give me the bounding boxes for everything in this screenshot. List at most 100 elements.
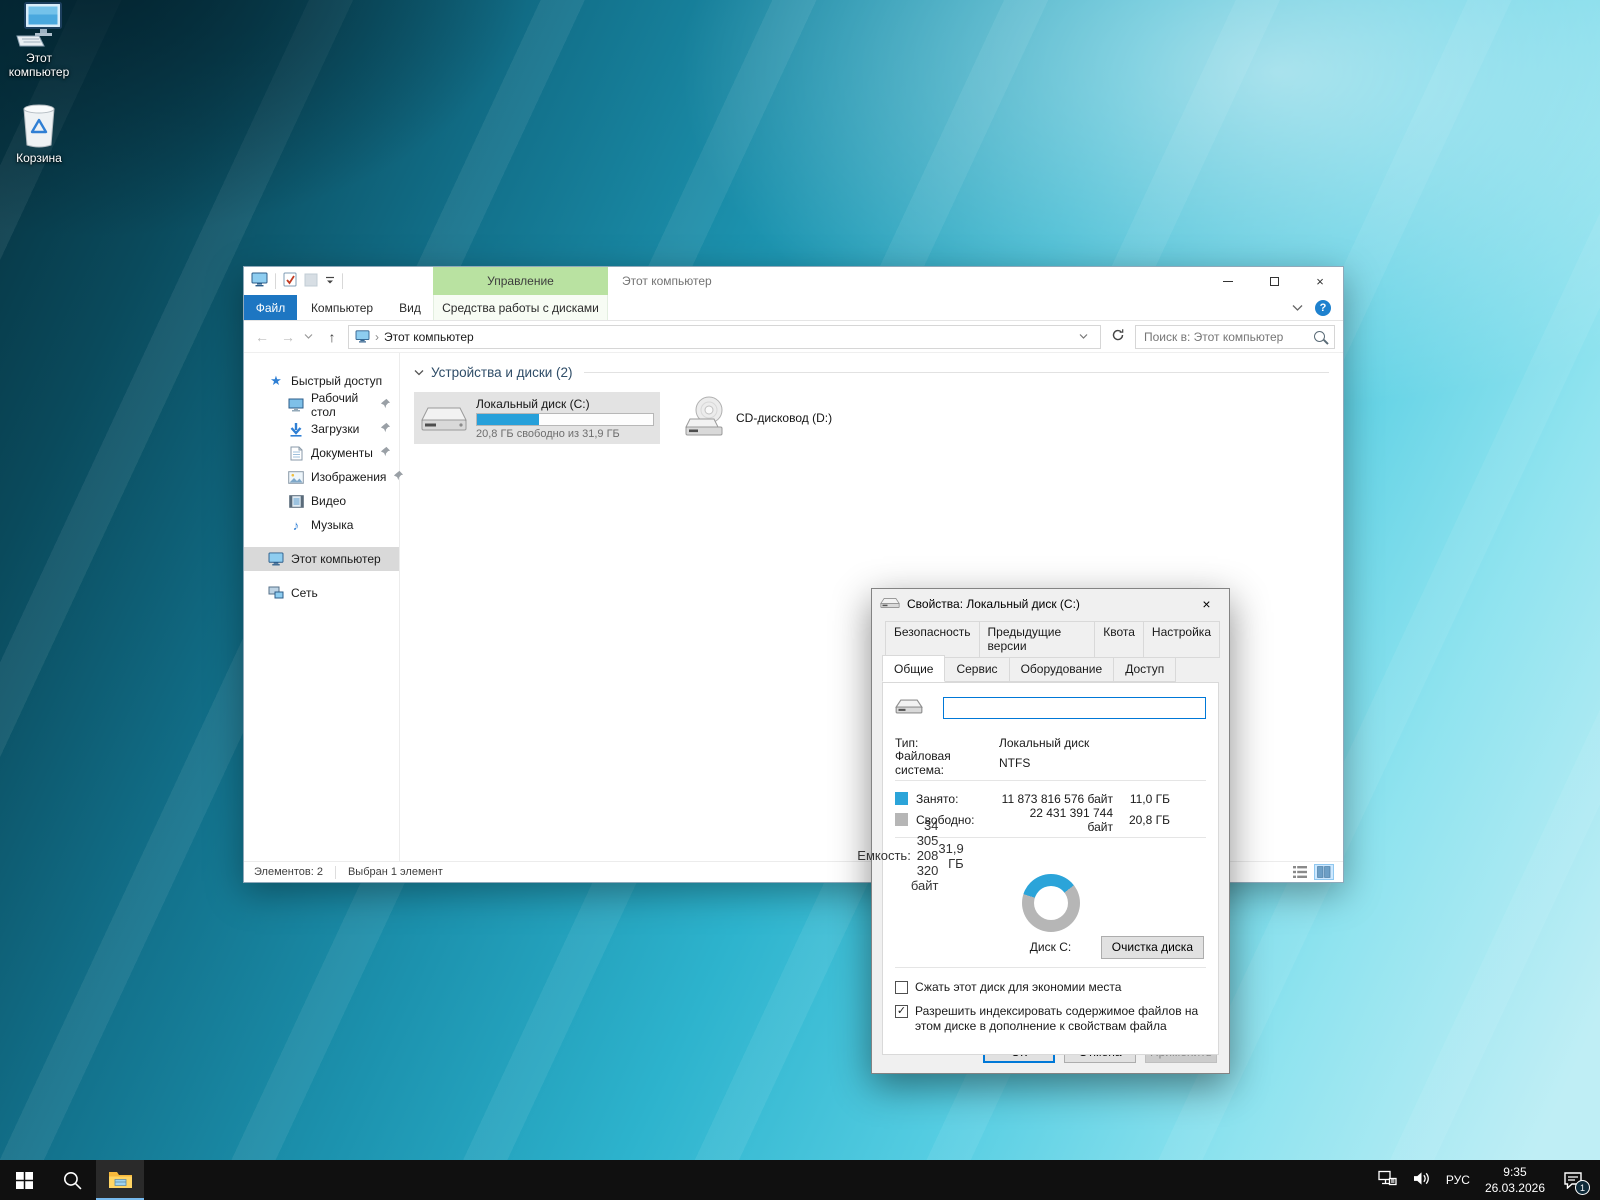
sidebar-item-downloads[interactable]: Загрузки	[244, 417, 399, 441]
recycle-bin-icon	[0, 100, 78, 150]
tab-view[interactable]: Вид	[387, 295, 433, 320]
qat-new-folder-icon[interactable]	[304, 273, 318, 290]
window-title: Этот компьютер	[622, 267, 712, 295]
capacity-donut	[1022, 874, 1080, 932]
tab-file[interactable]: Файл	[244, 295, 297, 320]
indexing-checkbox-label: Разрешить индексировать содержимое файло…	[915, 1004, 1206, 1034]
qat-separator	[275, 273, 276, 289]
help-icon[interactable]: ?	[1315, 300, 1331, 316]
ribbon-collapse-icon[interactable]	[1292, 301, 1303, 315]
volume-icon[interactable]	[1412, 1171, 1431, 1189]
qat-computer-icon[interactable]	[251, 272, 268, 290]
tab-customize[interactable]: Настройка	[1143, 621, 1220, 658]
indexing-checkbox-row[interactable]: ✓ Разрешить индексировать содержимое фай…	[895, 1004, 1206, 1034]
sidebar-item-videos[interactable]: Видео	[244, 489, 399, 513]
sidebar-item-desktop[interactable]: Рабочий стол	[244, 393, 399, 417]
general-tab-page: Тип: Локальный диск Файловая система: NT…	[882, 682, 1219, 1055]
forward-icon[interactable]: →	[278, 329, 298, 345]
desktop-icon-this-pc[interactable]: Этот компьютер	[0, 0, 78, 80]
contextual-tab-group-header: Управление	[433, 267, 608, 295]
thumbnails-view-icon[interactable]	[1315, 865, 1333, 879]
close-button[interactable]: ×	[1297, 267, 1343, 295]
clock-date: 26.03.2026	[1485, 1180, 1545, 1196]
breadcrumb-chevron-icon: ›	[375, 330, 379, 344]
tab-drive-tools[interactable]: Средства работы с дисками	[433, 295, 608, 320]
tab-sharing[interactable]: Доступ	[1113, 657, 1176, 682]
search-icon	[1314, 331, 1325, 342]
capacity-label: Емкость:	[836, 848, 911, 863]
sidebar-item-quick-access[interactable]: ★ Быстрый доступ	[244, 369, 399, 393]
desktop-icon-label: Корзина	[0, 152, 78, 166]
volume-label-input[interactable]	[943, 697, 1206, 719]
network-icon[interactable]	[1378, 1170, 1397, 1190]
drive-name: CD-дисковод (D:)	[736, 411, 832, 425]
tab-tools[interactable]: Сервис	[944, 657, 1009, 682]
tab-computer[interactable]: Компьютер	[297, 295, 387, 320]
back-icon[interactable]: ←	[252, 329, 272, 345]
close-icon: ×	[1316, 274, 1324, 289]
qat-properties-icon[interactable]	[283, 272, 297, 290]
sidebar-item-documents[interactable]: Документы	[244, 441, 399, 465]
status-separator	[335, 866, 336, 879]
drive-tile-c[interactable]: Локальный диск (C:) 20,8 ГБ свободно из …	[414, 392, 660, 444]
desktop-icon	[288, 397, 304, 413]
drive-tile-d[interactable]: CD-дисковод (D:)	[674, 392, 880, 444]
pictures-icon	[288, 469, 304, 485]
tab-quota[interactable]: Квота	[1094, 621, 1144, 658]
language-indicator[interactable]: РУС	[1446, 1173, 1470, 1187]
checkbox-box[interactable]: ✓	[895, 1005, 908, 1018]
maximize-button[interactable]	[1251, 267, 1297, 295]
disk-cleanup-button[interactable]: Очистка диска	[1101, 936, 1204, 959]
taskbar-empty-area	[144, 1160, 1378, 1200]
taskbar-explorer-button[interactable]	[96, 1160, 144, 1200]
file-explorer-icon	[108, 1170, 133, 1190]
desktop-icon-label: Этот компьютер	[0, 52, 78, 80]
checkbox-box[interactable]	[895, 981, 908, 994]
tab-hardware[interactable]: Оборудование	[1009, 657, 1115, 682]
sidebar-item-pictures[interactable]: Изображения	[244, 465, 399, 489]
tab-general[interactable]: Общие	[882, 655, 945, 682]
tab-security[interactable]: Безопасность	[885, 621, 980, 658]
type-label: Тип:	[895, 736, 999, 750]
qat-customize-dropdown-icon[interactable]	[325, 274, 335, 288]
start-button[interactable]	[0, 1160, 48, 1200]
capacity-bytes: 34 305 208 320 байт	[911, 818, 939, 893]
capacity-size: 31,9 ГБ	[938, 841, 999, 871]
details-view-icon[interactable]	[1291, 865, 1309, 879]
address-dropdown-icon[interactable]	[1073, 332, 1094, 342]
drive-small-icon	[895, 698, 923, 718]
search-box[interactable]	[1135, 325, 1335, 349]
close-icon: ×	[1202, 596, 1210, 612]
compress-checkbox-row[interactable]: Сжать этот диск для экономии места	[895, 980, 1206, 995]
windows-logo-icon	[16, 1172, 33, 1189]
group-line	[584, 372, 1329, 373]
group-collapse-icon[interactable]	[414, 366, 424, 380]
up-icon[interactable]: ↑	[322, 329, 342, 345]
drive-small-icon	[880, 597, 900, 612]
taskbar: РУС 9:35 26.03.2026 1	[0, 1160, 1600, 1200]
cd-icon	[680, 395, 728, 442]
free-color-swatch	[895, 813, 908, 826]
sidebar-item-network[interactable]: Сеть	[244, 581, 399, 605]
taskbar-clock[interactable]: 9:35 26.03.2026	[1485, 1164, 1545, 1196]
properties-dialog: Свойства: Локальный диск (C:) × Безопасн…	[871, 588, 1230, 1074]
refresh-icon[interactable]	[1107, 328, 1129, 345]
sidebar-item-this-pc[interactable]: Этот компьютер	[244, 547, 399, 571]
tab-previous-versions[interactable]: Предыдущие версии	[979, 621, 1096, 658]
sidebar-item-music[interactable]: ♪ Музыка	[244, 513, 399, 537]
history-dropdown-icon[interactable]	[304, 332, 316, 342]
action-center-button[interactable]: 1	[1560, 1168, 1586, 1192]
dialog-close-button[interactable]: ×	[1184, 590, 1229, 619]
taskbar-search-button[interactable]	[48, 1160, 96, 1200]
drive-free-space: 20,8 ГБ свободно из 31,9 ГБ	[476, 428, 654, 440]
downloads-icon	[288, 421, 304, 437]
search-input[interactable]	[1136, 330, 1314, 344]
drive-usage-fill	[477, 414, 539, 425]
desktop-icon-recycle-bin[interactable]: Корзина	[0, 100, 78, 166]
address-bar[interactable]: › Этот компьютер	[348, 325, 1101, 349]
system-tray: РУС 9:35 26.03.2026 1	[1378, 1160, 1600, 1200]
music-icon: ♪	[288, 517, 304, 533]
minimize-button[interactable]	[1205, 267, 1251, 295]
drive-usage-bar	[476, 413, 654, 426]
navigation-pane: ★ Быстрый доступ Рабочий стол	[244, 353, 400, 861]
